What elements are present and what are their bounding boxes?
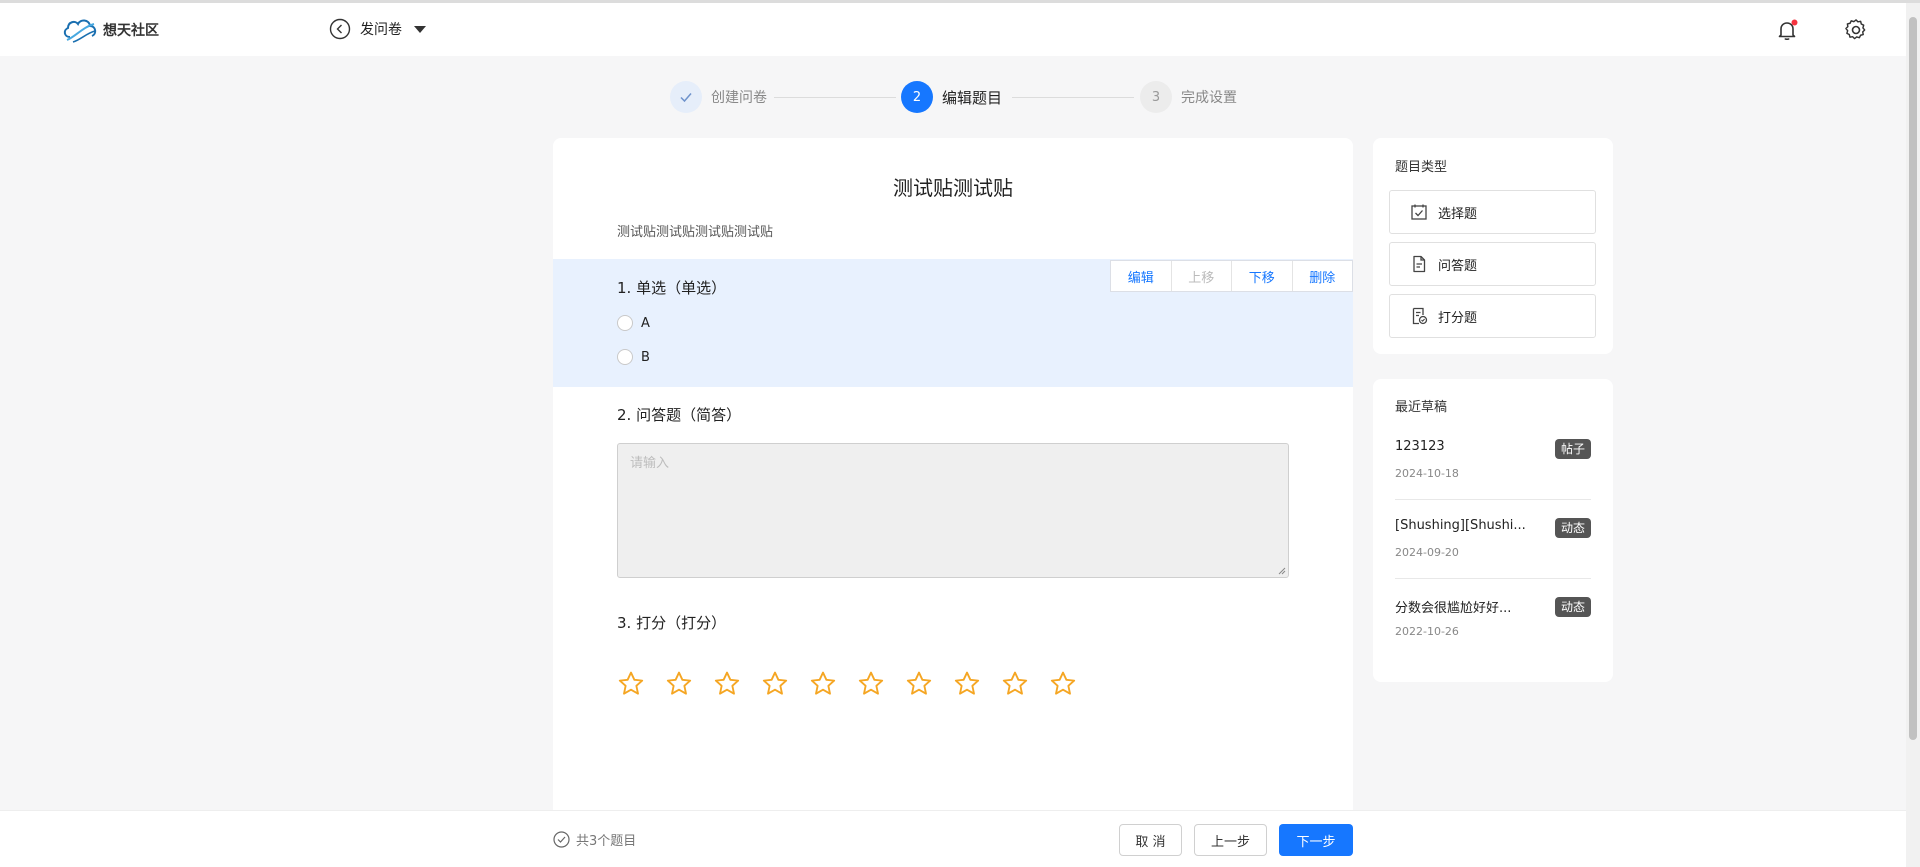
add-text-question-button[interactable]: 问答题 [1389,242,1596,286]
option-a-label: A [641,315,650,331]
answer-textarea[interactable]: 请输入 [617,443,1289,578]
check-icon [680,93,692,103]
progress-steps: 创建问卷 2 编辑题目 3 完成设置 [670,81,1250,115]
delete-question-button[interactable]: 删除 [1293,261,1353,291]
recent-drafts-title: 最近草稿 [1395,400,1448,415]
dropdown-caret-icon[interactable] [414,25,426,33]
star-icon[interactable] [1049,670,1077,698]
add-rating-question-button[interactable]: 打分题 [1389,294,1596,338]
scrollbar-thumb[interactable] [1909,17,1917,740]
next-step-button[interactable]: 下一步 [1279,824,1353,856]
star-icon[interactable] [1001,670,1029,698]
logo-text: 想天社区 [103,23,159,39]
draft-item[interactable]: [Shushing][Shushi... 动态 2024-09-20 [1395,518,1591,559]
scrollbar[interactable] [1906,3,1920,867]
step-finish-label: 完成设置 [1181,90,1237,106]
back-button[interactable]: 发问卷 [329,18,426,40]
question-count: 共3个题目 [553,830,636,849]
rating-question-label: 打分题 [1438,310,1478,326]
draft-badge: 帖子 [1554,439,1591,459]
move-down-button[interactable]: 下移 [1232,261,1293,291]
option-b-label: B [641,349,650,365]
document-icon [1413,255,1426,273]
checkbox-calendar-icon [1411,204,1427,220]
edit-question-button[interactable]: 编辑 [1111,261,1172,291]
choice-question-label: 选择题 [1438,206,1478,222]
star-icon[interactable] [857,670,885,698]
star-icon[interactable] [713,670,741,698]
cloud-logo-icon [63,19,97,43]
draft-date: 2024-10-18 [1395,467,1459,480]
option-b[interactable]: B [617,349,650,365]
question-count-label: 共3个题目 [576,834,637,849]
settings-button[interactable] [1844,18,1868,46]
draft-name: 123123 [1395,439,1445,454]
rating-doc-icon [1412,307,1428,325]
draft-item[interactable]: 分数会很尴尬好好... 动态 2022-10-26 [1395,597,1591,638]
survey-editor: 测试贴测试贴 测试贴测试贴测试贴测试贴 1. 单选（单选） A B 编辑 上移 … [553,138,1353,818]
previous-step-button[interactable]: 上一步 [1194,824,1267,856]
question-1-title: 1. 单选（单选） [617,279,727,297]
add-choice-question-button[interactable]: 选择题 [1389,190,1596,234]
step-edit-circle: 2 [901,81,933,113]
draft-divider [1395,499,1591,500]
draft-name: 分数会很尴尬好好... [1395,601,1512,616]
draft-divider [1395,578,1591,579]
cancel-button[interactable]: 取 消 [1119,824,1182,856]
star-icon[interactable] [665,670,693,698]
back-circle-icon [329,18,351,40]
draft-date: 2024-09-20 [1395,546,1459,559]
radio-a[interactable] [617,315,633,331]
back-label: 发问卷 [360,22,402,38]
question-actions: 编辑 上移 下移 删除 [1110,260,1353,292]
step-edit: 2 编辑题目 [901,81,1002,113]
rating-stars[interactable] [617,670,1097,698]
question-types-title: 题目类型 [1395,160,1448,175]
question-types-panel: 题目类型 选择题 问答题 打分题 [1373,138,1613,354]
recent-drafts-panel: 最近草稿 123123 帖子 2024-10-18 [Shushing][Shu… [1373,379,1613,682]
star-icon[interactable] [761,670,789,698]
text-question-label: 问答题 [1438,258,1478,274]
star-icon[interactable] [953,670,981,698]
draft-item[interactable]: 123123 帖子 2024-10-18 [1395,439,1591,480]
top-bar: 想天社区 发问卷 [0,3,1906,56]
draft-date: 2022-10-26 [1395,625,1459,638]
logo[interactable]: 想天社区 [61,15,159,45]
star-icon[interactable] [905,670,933,698]
step-create: 创建问卷 [670,81,767,113]
bell-icon [1778,19,1798,41]
notification-button[interactable] [1775,18,1799,46]
survey-description[interactable]: 测试贴测试贴测试贴测试贴 [617,221,773,240]
move-up-button[interactable]: 上移 [1172,261,1232,291]
step-create-circle [670,81,702,113]
step-connector [1012,97,1134,98]
step-create-label: 创建问卷 [711,90,767,106]
step-edit-label: 编辑题目 [942,88,1003,107]
check-circle-icon [553,831,570,848]
draft-name: [Shushing][Shushi... [1395,518,1526,533]
resize-handle-icon[interactable] [1278,567,1286,575]
draft-badge: 动态 [1554,518,1591,538]
answer-placeholder: 请输入 [630,456,670,471]
question-3-title: 3. 打分（打分） [617,614,727,632]
step-connector [774,97,896,98]
draft-badge: 动态 [1554,597,1591,617]
gear-icon [1845,19,1866,40]
star-icon[interactable] [809,670,837,698]
star-icon[interactable] [617,670,645,698]
footer-bar: 共3个题目 取 消 上一步 下一步 [0,810,1906,867]
option-a[interactable]: A [617,315,650,331]
survey-title[interactable]: 测试贴测试贴 [553,172,1353,201]
question-2-title: 2. 问答题（简答） [617,406,742,424]
step-finish: 3 完成设置 [1140,81,1237,113]
radio-b[interactable] [617,349,633,365]
step-finish-circle: 3 [1140,81,1172,113]
